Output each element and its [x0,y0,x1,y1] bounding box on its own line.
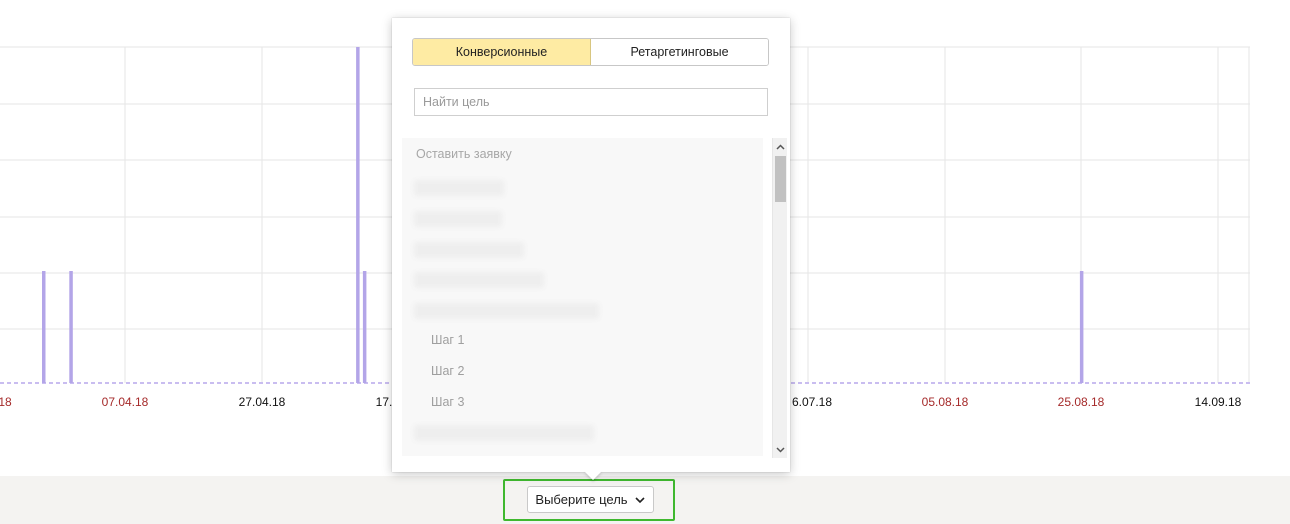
chart-bar[interactable] [1079,271,1084,383]
goal-item-redacted[interactable] [414,242,524,258]
goal-select-button[interactable]: Выберите цель [527,486,654,513]
goal-item-redacted[interactable] [414,272,544,288]
chart-bar[interactable] [42,271,46,383]
goal-item-redacted[interactable] [414,425,594,441]
x-tick-label: 27.04.18 [239,395,286,409]
x-tick-label: 6.07.18 [792,395,832,409]
goal-item-redacted[interactable] [414,211,502,227]
goal-step-2[interactable]: Шаг 2 [431,364,464,378]
x-tick-label: 07.04.18 [102,395,149,409]
goal-picker-popup: Конверсионные Ретаргетинговые Оставить з… [392,18,790,472]
chevron-down-icon [635,496,645,503]
scroll-thumb[interactable] [775,156,786,202]
tab-retargeting[interactable]: Ретаргетинговые [591,39,768,65]
goal-list: Оставить заявку Шаг 1 Шаг 2 Шаг 3 [402,138,763,456]
chart-bar[interactable] [362,271,367,383]
x-tick-label: 25.08.18 [1058,395,1105,409]
goal-item-redacted[interactable] [414,180,504,196]
goal-item-leave-request[interactable]: Оставить заявку [416,147,512,161]
goal-item-redacted[interactable] [414,303,599,319]
goal-list-scrollbar[interactable] [772,138,787,458]
scroll-down-arrow-icon[interactable] [773,441,788,458]
goal-step-1[interactable]: Шаг 1 [431,333,464,347]
x-tick-label: 18 [0,395,12,409]
scroll-up-arrow-icon[interactable] [773,138,788,155]
goal-type-switch: Конверсионные Ретаргетинговые [412,38,769,66]
chart-bar[interactable] [69,271,73,383]
popup-pointer [584,471,602,480]
x-tick-label: 17. [376,395,393,409]
chart-bar[interactable] [356,47,360,383]
tab-conversion[interactable]: Конверсионные [413,39,591,65]
goal-search-input[interactable] [414,88,768,116]
x-tick-label: 14.09.18 [1195,395,1242,409]
goal-step-3[interactable]: Шаг 3 [431,395,464,409]
goal-select-label: Выберите цель [535,492,628,507]
x-tick-label: 05.08.18 [922,395,969,409]
